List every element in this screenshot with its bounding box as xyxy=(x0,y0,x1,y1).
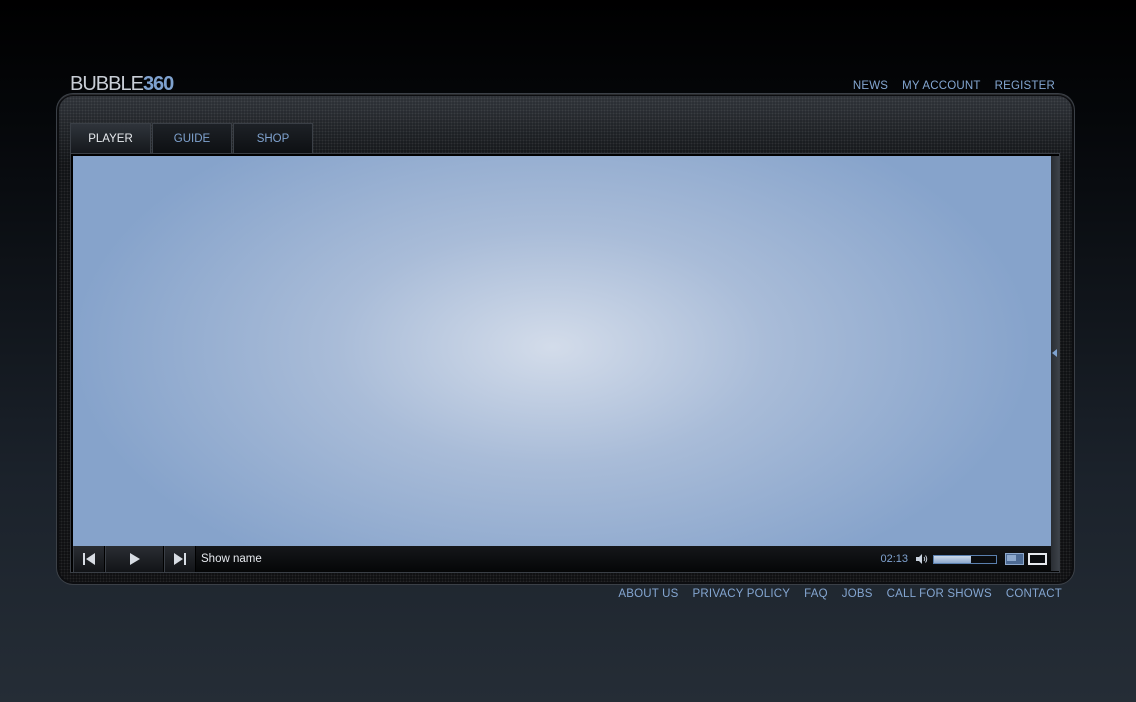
tab-player[interactable]: PLAYER xyxy=(70,123,151,154)
play-icon xyxy=(129,553,140,565)
video-area[interactable] xyxy=(73,156,1051,546)
volume-slider[interactable] xyxy=(933,554,997,564)
footer-about-us[interactable]: ABOUT US xyxy=(618,588,678,600)
volume-level xyxy=(934,555,972,563)
nav-news[interactable]: NEWS xyxy=(853,80,888,92)
footer-nav: ABOUT US PRIVACY POLICY FAQ JOBS CALL FO… xyxy=(618,588,1062,600)
footer-jobs[interactable]: JOBS xyxy=(842,588,873,600)
volume-icon[interactable] xyxy=(916,553,928,565)
footer-contact[interactable]: CONTACT xyxy=(1006,588,1062,600)
footer-call-for-shows[interactable]: CALL FOR SHOWS xyxy=(887,588,992,600)
footer-privacy-policy[interactable]: PRIVACY POLICY xyxy=(693,588,791,600)
footer-faq[interactable]: FAQ xyxy=(804,588,828,600)
nav-my-account[interactable]: MY ACCOUNT xyxy=(902,80,980,92)
skip-next-icon xyxy=(174,553,186,565)
tab-shop[interactable]: SHOP xyxy=(233,123,313,154)
collapse-arrow-icon xyxy=(1052,349,1057,357)
fullscreen-button[interactable] xyxy=(1028,553,1047,565)
site-logo[interactable]: BUBBLE360 xyxy=(70,72,174,96)
previous-button[interactable] xyxy=(73,546,105,572)
next-button[interactable] xyxy=(164,546,196,572)
skip-previous-icon xyxy=(83,553,95,565)
tab-guide[interactable]: GUIDE xyxy=(152,123,232,154)
logo-number: 360 xyxy=(142,73,174,95)
play-button[interactable] xyxy=(105,546,164,572)
logo-word: BUBBLE xyxy=(70,73,144,95)
show-name: Show name xyxy=(201,553,262,565)
control-bar: Show name 02:13 xyxy=(73,546,1051,572)
playback-time: 02:13 xyxy=(880,553,908,565)
nav-register[interactable]: REGISTER xyxy=(995,80,1055,92)
tab-bar: PLAYER GUIDE SHOP xyxy=(70,123,313,154)
top-nav: NEWS MY ACCOUNT REGISTER xyxy=(853,80,1055,92)
window-size-button[interactable] xyxy=(1005,553,1024,565)
window-size-icon xyxy=(1007,555,1016,561)
side-panel-toggle[interactable] xyxy=(1051,156,1059,571)
video-player: Show name 02:13 xyxy=(70,153,1060,573)
